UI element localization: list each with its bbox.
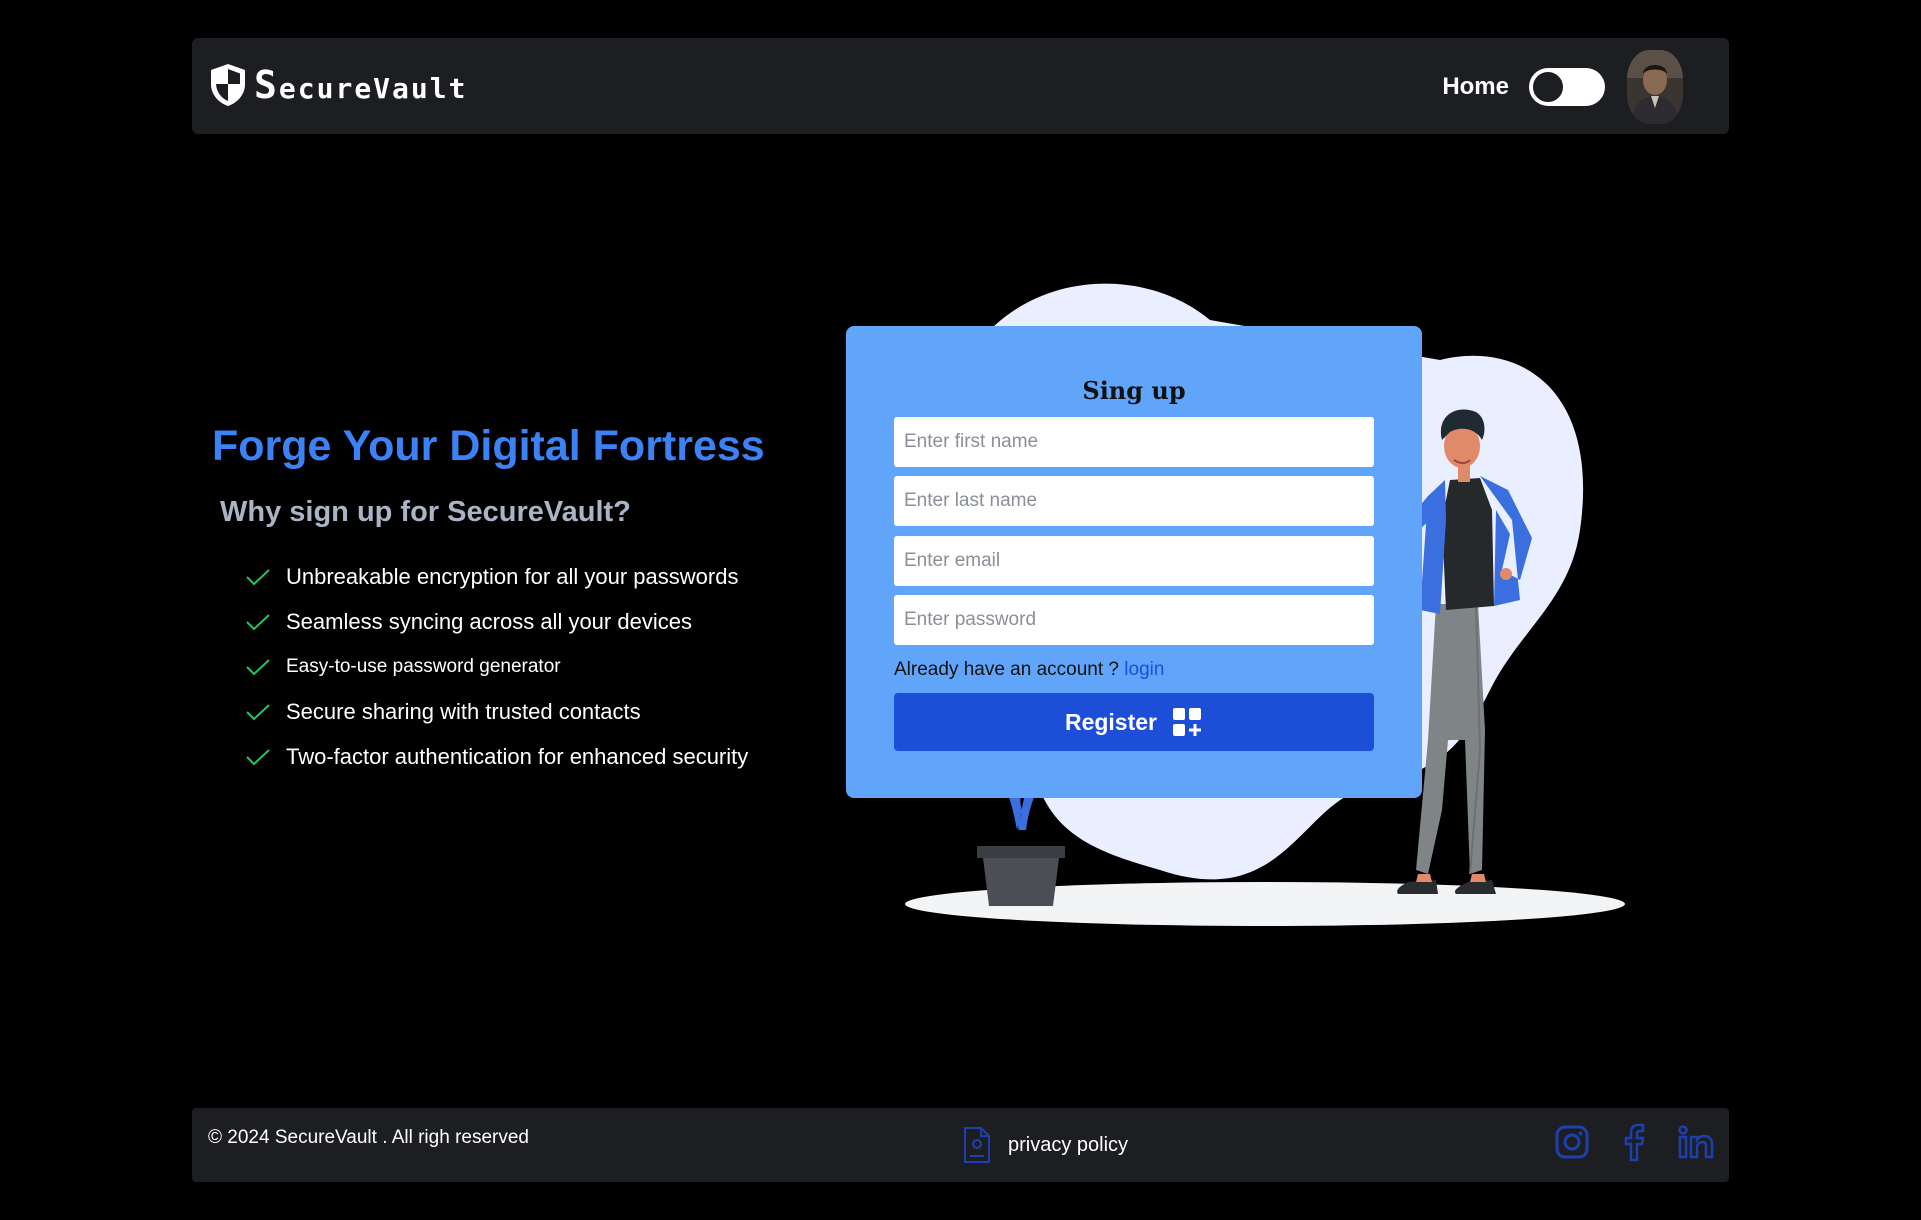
register-label: Register	[1064, 708, 1158, 735]
check-icon	[246, 613, 270, 630]
nav-home-link[interactable]: Home	[1442, 73, 1509, 101]
check-icon	[246, 748, 270, 765]
first-name-field[interactable]	[894, 417, 1374, 467]
feature-list: Unbreakable encryption for all your pass…	[244, 554, 748, 779]
footer: © 2024 SecureVault . All righ reserved p…	[192, 1108, 1729, 1182]
brand-logo[interactable]: SecureVault	[208, 62, 467, 108]
add-grid-icon	[1173, 708, 1202, 736]
instagram-icon[interactable]	[1553, 1122, 1591, 1162]
toggle-knob	[1531, 70, 1565, 104]
avatar[interactable]	[1627, 50, 1683, 124]
check-icon	[246, 703, 270, 720]
hero-title: Forge Your Digital Fortress	[212, 422, 765, 470]
feature-item: Unbreakable encryption for all your pass…	[244, 554, 748, 599]
document-icon	[964, 1127, 990, 1163]
feature-text: Unbreakable encryption for all your pass…	[286, 563, 739, 589]
check-icon	[246, 568, 270, 585]
nav-right: Home	[1442, 50, 1683, 124]
linkedin-icon[interactable]	[1677, 1122, 1715, 1162]
social-links	[1529, 1122, 1715, 1162]
privacy-policy-link[interactable]: privacy policy	[962, 1126, 1128, 1164]
signup-card: Sing up Already have an account ? login …	[846, 326, 1422, 798]
feature-text: Secure sharing with trusted contacts	[286, 698, 641, 724]
email-field[interactable]	[894, 536, 1374, 586]
feature-item: Two-factor authentication for enhanced s…	[244, 734, 748, 779]
feature-item: Secure sharing with trusted contacts	[244, 689, 748, 734]
feature-item: Seamless syncing across all your devices	[244, 599, 748, 644]
feature-text: Easy-to-use password generator	[286, 655, 561, 677]
feature-item: Easy-to-use password generator	[244, 644, 748, 689]
have-account-text: Already have an account ?	[894, 659, 1119, 680]
register-button[interactable]: Register	[894, 693, 1374, 751]
privacy-policy-label: privacy policy	[1008, 1133, 1129, 1156]
feature-text: Two-factor authentication for enhanced s…	[286, 743, 749, 769]
brand-name-rest: ecureVault	[278, 72, 468, 105]
check-icon	[246, 658, 270, 675]
brand-name: SecureVault	[254, 63, 467, 107]
login-link[interactable]: login	[1124, 659, 1164, 680]
facebook-icon[interactable]	[1615, 1122, 1653, 1162]
have-account-row: Already have an account ? login	[894, 659, 1164, 681]
feature-text: Seamless syncing across all your devices	[286, 608, 692, 634]
password-field[interactable]	[894, 595, 1374, 645]
hero-subtitle: Why sign up for SecureVault?	[220, 496, 631, 528]
theme-toggle[interactable]	[1529, 68, 1605, 106]
shield-icon	[211, 64, 245, 106]
navbar: SecureVault Home	[192, 38, 1729, 134]
copyright-text: © 2024 SecureVault . All righ reserved	[208, 1127, 529, 1148]
last-name-field[interactable]	[894, 476, 1374, 526]
brand-initial: S	[254, 63, 279, 107]
signup-title: Sing up	[1082, 376, 1186, 405]
